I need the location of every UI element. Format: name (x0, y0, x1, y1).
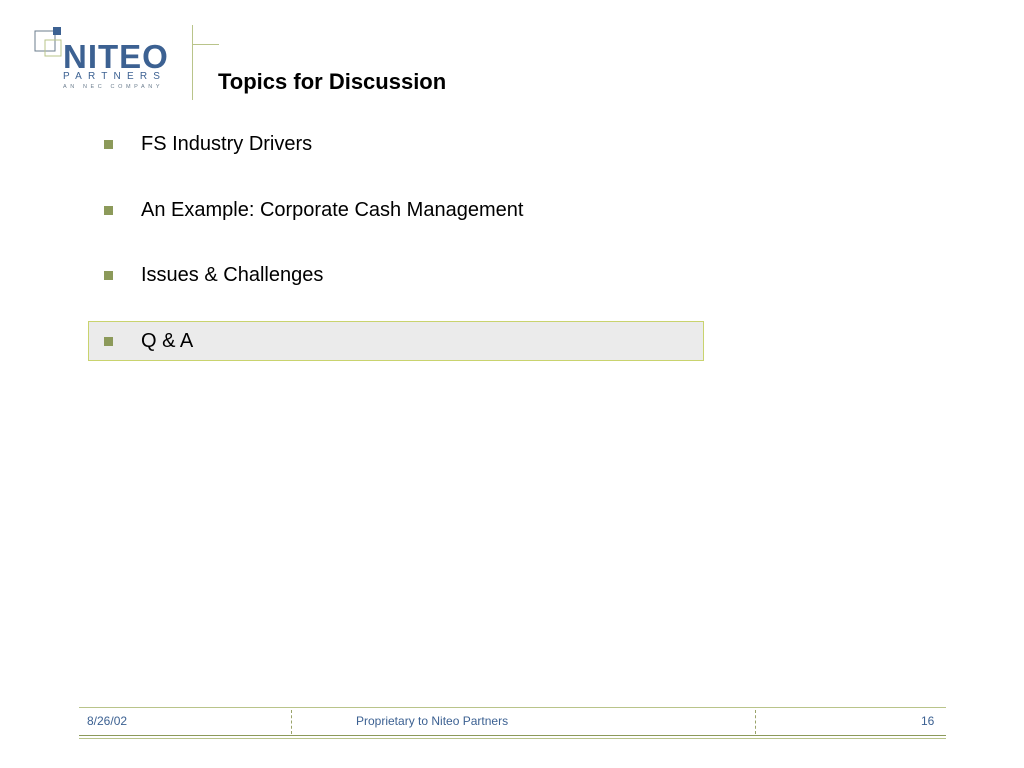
footer-divider (291, 710, 292, 734)
bullet-square-icon (104, 271, 113, 280)
footer-proprietary-notice: Proprietary to Niteo Partners (356, 714, 509, 728)
bullet-list: FS Industry Drivers An Example: Corporat… (88, 124, 704, 386)
bullet-square-icon (104, 140, 113, 149)
logo-wordmark: NITEO (63, 38, 169, 75)
bullet-text: Q & A (141, 329, 194, 352)
bullet-item-highlighted: Q & A (88, 320, 704, 361)
title-divider-horizontal (192, 44, 219, 45)
footer-date: 8/26/02 (87, 714, 128, 728)
bullet-item: FS Industry Drivers (88, 124, 704, 164)
niteo-partners-logo: NITEO PARTNERS AN NEC COMPANY (34, 26, 184, 94)
bullet-square-icon (104, 336, 113, 346)
logo-tagline: AN NEC COMPANY (63, 84, 164, 90)
bullet-square-icon (104, 205, 113, 215)
footer-page-number: 16 (921, 714, 935, 728)
bullet-text: Issues & Challenges (141, 264, 324, 286)
bullet-item: Issues & Challenges (88, 255, 704, 295)
title-divider-vertical (192, 25, 193, 100)
footer-divider (755, 710, 756, 734)
bullet-text: An Example: Corporate Cash Management (141, 198, 524, 221)
logo-partners-text: PARTNERS (63, 71, 167, 82)
bullet-text: FS Industry Drivers (141, 133, 313, 155)
slide-title: Topics for Discussion (218, 69, 447, 94)
footer-rule-bottom (79, 735, 946, 736)
bullet-item: An Example: Corporate Cash Management (88, 190, 704, 230)
footer-rule-bottom (79, 738, 946, 739)
footer-rule-top (79, 707, 946, 708)
